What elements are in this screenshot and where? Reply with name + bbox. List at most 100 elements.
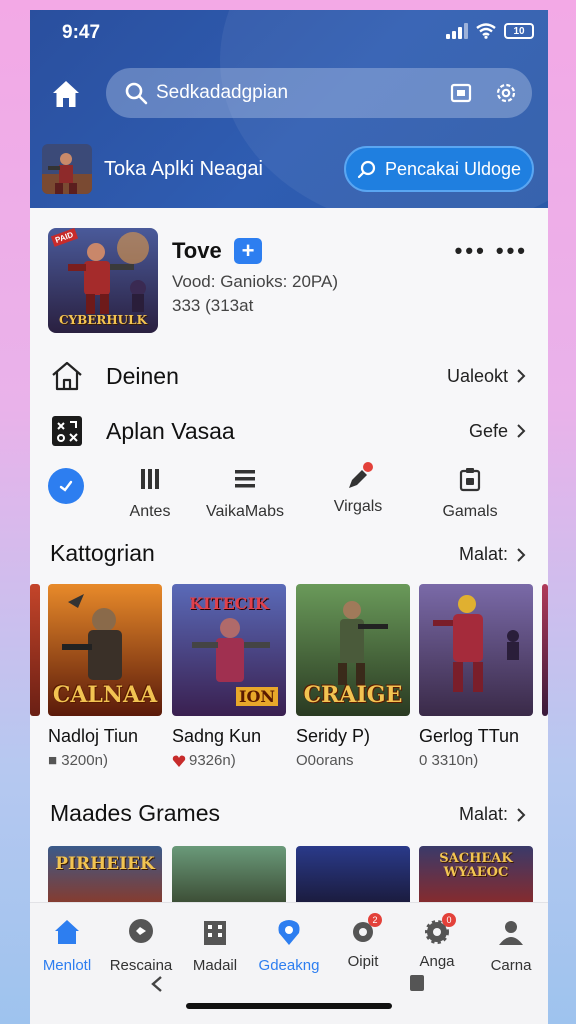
signal-icon [446, 23, 468, 39]
game-cover[interactable]: PIRHEIEK [48, 846, 162, 906]
nav-item-label: Madail [192, 957, 238, 974]
game-cover[interactable]: SACHEAK WYAEOC [419, 846, 533, 906]
quick-action-antes[interactable]: Antes [110, 466, 190, 521]
nav-item-rescaina[interactable]: Rescaina [104, 917, 178, 974]
see-more-link[interactable]: Malat: [459, 544, 526, 565]
game-subtitle: O0orans [296, 752, 354, 769]
app-icon[interactable]: PAID CYBERHULK [48, 228, 158, 333]
list-row-value: Ualeokt [447, 366, 526, 387]
nav-item-anga[interactable]: 0 Anga [400, 913, 474, 970]
home-icon[interactable] [50, 78, 82, 110]
game-cover: KITECIK ION [172, 584, 286, 716]
wifi-icon [476, 23, 496, 39]
quick-actions: Antes VaikaMabs Virgals Gamals [30, 462, 548, 526]
game-card[interactable]: KITECIK ION Sadng Kun 9326n) [172, 584, 286, 769]
list-row-home[interactable]: Deinen Ualeokt [30, 352, 548, 400]
featured-app-label: Toka Aplki Neagai [104, 157, 263, 180]
nav-item-gdeakng[interactable]: Gdeakng [252, 917, 326, 974]
heart-icon [172, 755, 186, 767]
nav-item-label: Oipit [347, 953, 379, 970]
more-options-icon[interactable]: ••• ••• [455, 238, 528, 264]
game-cover[interactable] [296, 846, 410, 906]
game-cover [419, 584, 533, 716]
game-card[interactable]: Gerlog TTun 0 3310n) [419, 584, 533, 769]
battery-icon: 10 [504, 23, 534, 39]
nav-item-label: Carna [490, 957, 532, 974]
update-button[interactable]: Pencakai Uldoge [344, 146, 534, 192]
list-row-value-text: Gefe [468, 420, 508, 441]
search-bar[interactable] [106, 68, 532, 118]
chevron-right-icon [517, 424, 526, 438]
recents-icon[interactable] [410, 975, 424, 991]
chevron-right-icon [517, 369, 526, 383]
bars-icon [141, 469, 159, 489]
see-more-link[interactable]: Malat: [459, 804, 526, 825]
list-row-tools[interactable]: Aplan Vasaa Gefe [30, 407, 548, 455]
game-cover-logo: PIRHEIEK [55, 854, 155, 874]
quick-action-label: Gamals [442, 503, 498, 520]
search-icon [125, 82, 148, 105]
add-badge-button[interactable]: + [234, 238, 262, 264]
app-size: 333 (313at [172, 296, 254, 315]
location-pin-button[interactable] [48, 468, 84, 504]
game-card[interactable]: CALNAA Nadloj Tiun ■ 3200n) [48, 584, 162, 769]
list-row-value: Gefe [469, 421, 526, 442]
game-cover: CALNAA [48, 584, 162, 716]
quick-action-label: Antes [129, 503, 171, 520]
chevron-right-icon [517, 547, 526, 562]
gear-icon: 2 [348, 913, 382, 947]
nav-item-madail[interactable]: Madail [178, 917, 252, 974]
gear-icon[interactable] [494, 81, 518, 105]
app-meta: Vood: Ganioks: 20PA) [172, 272, 339, 291]
nav-item-oipit[interactable]: 2 Oipit [326, 913, 400, 970]
game-subtitle: 9326n) [172, 752, 286, 769]
game-name: Nadloj Tiun [48, 726, 139, 746]
notification-dot [363, 462, 373, 472]
game-cover[interactable] [172, 846, 286, 906]
notification-badge: 0 [442, 913, 456, 927]
building-icon [204, 921, 226, 945]
list-icon [235, 470, 255, 488]
quick-action-gamals[interactable]: Gamals [430, 466, 510, 521]
nav-item-label: Anga [419, 953, 455, 970]
see-more-label: Malat: [458, 544, 508, 564]
update-button-label: Pencakai Uldoge [384, 158, 522, 179]
settings-icon: 0 [422, 913, 456, 947]
game-cover-logo: ION [235, 687, 278, 706]
list-row-value-text: Ualeokt [446, 365, 508, 386]
game-cover: CRAIGE [296, 584, 410, 716]
chevron-right-icon [517, 807, 526, 822]
status-icons: 10 [446, 23, 534, 39]
status-time: 9:47 [62, 22, 101, 43]
back-icon[interactable] [150, 975, 164, 993]
quick-action-label: Virgals [333, 498, 383, 515]
quick-action-vaikamabs[interactable]: VaikaMabs [195, 466, 295, 521]
tools-icon [52, 416, 82, 446]
app-header: 9:47 10 Sedkadadgpian Toka Aplki Neagai … [30, 10, 548, 208]
games-section-header: Maades Grames Malat: [30, 800, 548, 830]
game-card[interactable]: CRAIGE Seridy P) O0orans [296, 584, 410, 769]
check-icon [59, 480, 73, 492]
game-cover-title: KITECIK [189, 594, 269, 613]
game-cover-logo: CRAIGE [303, 682, 403, 708]
quick-action-label: VaikaMabs [206, 503, 284, 520]
scan-icon[interactable] [450, 82, 472, 104]
search-icon [357, 160, 376, 179]
battery-level: 10 [513, 25, 525, 37]
quick-action-virgals[interactable]: Virgals [320, 462, 396, 516]
game-name: Gerlog TTun [419, 726, 520, 746]
game-subtitle: 0 3310n) [419, 752, 479, 769]
featured-app-row[interactable]: Toka Aplki Neagai [42, 144, 263, 194]
game-subtitle-text: 9326n) [189, 752, 236, 769]
nav-item-carna[interactable]: Carna [474, 917, 548, 974]
clipboard-icon [459, 468, 481, 492]
nav-item-label: Menlotl [42, 957, 92, 974]
home-icon [55, 920, 79, 944]
search-input[interactable] [156, 82, 450, 104]
home-indicator[interactable] [186, 1003, 392, 1009]
nav-item-menlotl[interactable]: Menlotl [30, 917, 104, 974]
section-title: Kattogrian [50, 540, 155, 566]
section-title: Maades Grames [50, 800, 221, 826]
list-row-label: Aplan Vasaa [106, 417, 235, 444]
nav-item-label: Gdeakng [258, 957, 320, 974]
